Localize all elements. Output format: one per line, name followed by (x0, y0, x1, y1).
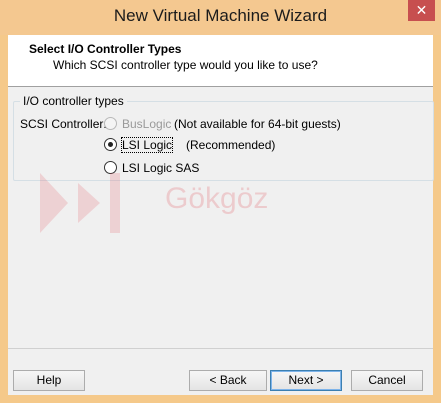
footer-separator (8, 348, 433, 349)
wizard-body: Select I/O Controller Types Which SCSI c… (8, 35, 434, 395)
wizard-header: Select I/O Controller Types Which SCSI c… (8, 35, 433, 87)
page-subtitle: Which SCSI controller type would you lik… (53, 58, 318, 72)
group-legend: I/O controller types (20, 94, 127, 108)
buslogic-label[interactable]: BusLogic (122, 117, 171, 131)
page-title: Select I/O Controller Types (29, 42, 182, 56)
window-title: New Virtual Machine Wizard (113, 6, 328, 25)
lsi-logic-note: (Recommended) (186, 138, 276, 152)
close-button[interactable]: ✕ (408, 0, 435, 21)
radio-selected-dot (108, 142, 113, 147)
lsi-logic-label[interactable]: LSI Logic (120, 137, 174, 153)
lsi-logic-radio[interactable] (104, 138, 117, 151)
help-button[interactable]: Help (13, 370, 85, 391)
watermark-text: Gökgöz (165, 182, 269, 215)
next-button[interactable]: Next > (270, 370, 342, 391)
buslogic-radio[interactable] (104, 117, 117, 130)
buslogic-note: (Not available for 64-bit guests) (174, 117, 341, 131)
cancel-button[interactable]: Cancel (351, 370, 423, 391)
scsi-controller-label: SCSI Controller: (20, 117, 107, 131)
close-icon: ✕ (415, 2, 428, 18)
title-bar[interactable]: New Virtual Machine Wizard ✕ (0, 0, 441, 35)
back-button[interactable]: < Back (189, 370, 267, 391)
